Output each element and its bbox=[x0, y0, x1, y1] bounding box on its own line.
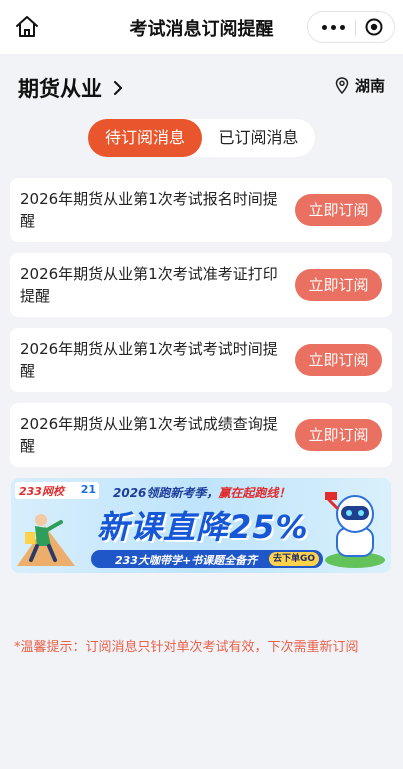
reminder-card: 2026年期货从业第1次考试报名时间提醒 立即订阅 bbox=[10, 178, 392, 242]
reminder-card: 2026年期货从业第1次考试准考证打印提醒 立即订阅 bbox=[10, 253, 392, 317]
reminder-card: 2026年期货从业第1次考试成绩查询提醒 立即订阅 bbox=[10, 403, 392, 467]
more-options-icon[interactable] bbox=[318, 19, 348, 35]
mascot-robot-illustration bbox=[325, 492, 385, 568]
subscription-tabs: 待订阅消息 已订阅消息 bbox=[88, 119, 315, 157]
jumping-student-illustration bbox=[17, 514, 75, 566]
subscribe-button[interactable]: 立即订阅 bbox=[295, 344, 382, 376]
order-now-button[interactable]: 去下单GO bbox=[269, 552, 319, 566]
warm-tip: *温馨提示：订阅消息只针对单次考试有效，下次需重新订阅 bbox=[14, 640, 359, 655]
headline-prefix: 2026领跑新考季， bbox=[113, 486, 219, 500]
reminder-text: 2026年期货从业第1次考试准考证打印提醒 bbox=[20, 265, 278, 305]
anniversary-mark: 21 bbox=[80, 483, 96, 496]
reminder-text: 2026年期货从业第1次考试成绩查询提醒 bbox=[20, 415, 278, 455]
brand-logo-text: 233网校 bbox=[19, 485, 64, 498]
exam-name-label: 期货从业 bbox=[18, 77, 102, 101]
capsule-divider bbox=[355, 20, 356, 36]
top-navigation-bar: 考试消息订阅提醒 bbox=[0, 0, 403, 54]
region-selector[interactable]: 湖南 bbox=[335, 75, 385, 96]
close-miniprogram-icon[interactable] bbox=[365, 18, 383, 36]
exam-selector[interactable]: 期货从业 bbox=[18, 73, 124, 103]
subscribe-button[interactable]: 立即订阅 bbox=[295, 269, 382, 301]
reminder-text: 2026年期货从业第1次考试报名时间提醒 bbox=[20, 190, 278, 230]
subscribe-button[interactable]: 立即订阅 bbox=[295, 419, 382, 451]
chevron-right-icon bbox=[114, 81, 122, 95]
tab-pending[interactable]: 待订阅消息 bbox=[88, 119, 202, 157]
brand-logo: 233网校 21 bbox=[15, 482, 99, 499]
banner-discount-text: 新课直降25% bbox=[97, 508, 309, 546]
banner-subtitle-pill: 233大咖带学+书课题全备齐 去下单GO bbox=[91, 550, 323, 568]
tab-subscribed[interactable]: 已订阅消息 bbox=[202, 119, 315, 157]
reminder-card: 2026年期货从业第1次考试考试时间提醒 立即订阅 bbox=[10, 328, 392, 392]
banner-headline: 2026领跑新考季，赢在起跑线！ bbox=[113, 484, 290, 501]
miniprogram-capsule bbox=[307, 11, 395, 43]
banner-subtitle: 233大咖带学+书课题全备齐 bbox=[115, 554, 258, 567]
location-pin-icon bbox=[335, 77, 349, 94]
region-label: 湖南 bbox=[354, 77, 385, 95]
headline-highlight: 赢在起跑线！ bbox=[218, 486, 291, 500]
promo-banner[interactable]: 233网校 21 2026领跑新考季，赢在起跑线！ 新课直降25% 233大咖带… bbox=[11, 478, 391, 573]
subscribe-button[interactable]: 立即订阅 bbox=[295, 194, 382, 226]
reminder-text: 2026年期货从业第1次考试考试时间提醒 bbox=[20, 340, 278, 380]
